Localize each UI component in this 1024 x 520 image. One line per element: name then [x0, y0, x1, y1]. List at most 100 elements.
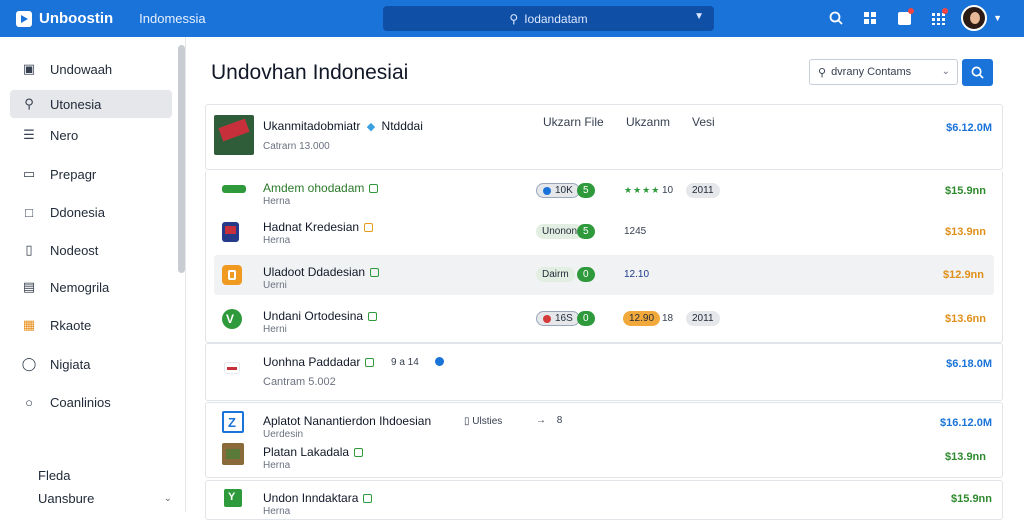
status-text: Unonon	[542, 226, 578, 237]
row-name: Aplatot Nanantierdon Ihdoesian	[263, 414, 432, 428]
row-thumbnail	[222, 185, 246, 193]
row-meta: ▯ Ulsties	[464, 416, 502, 427]
phone-icon: ▯	[25, 242, 33, 257]
row-price: $13.9nn	[945, 226, 986, 238]
row-price: $13.6nn	[945, 313, 986, 325]
listing-rows-card: Amdem ohodadam Herna 10K 5 ★★★★ 10 2011 …	[205, 171, 1003, 343]
key-icon: →	[536, 415, 546, 426]
status-dot	[543, 314, 551, 323]
sidebar: ▣ Undowaah ⚲ Utonesia ☰ Nero ▭ Prepagr □…	[0, 37, 186, 512]
row-price: $15.9nn	[945, 185, 986, 197]
chevron-down-icon[interactable]: ▼	[694, 11, 704, 22]
verified-badge-icon	[369, 184, 379, 193]
tag-icon: ▭	[22, 166, 36, 181]
search-icon[interactable]	[823, 5, 849, 31]
row-meta: 9 a 14	[391, 357, 419, 368]
top-search-text: Iodandatam	[524, 11, 588, 26]
table-row[interactable]: Hadnat Kredesian Herna Unonon 5 1245 $13…	[206, 212, 996, 252]
row-name-text: Undani Ortodesina	[263, 309, 364, 323]
verified-badge-icon	[370, 268, 380, 277]
sidebar-item-label: Uansbure	[38, 490, 95, 506]
box-icon: ▦	[22, 317, 36, 332]
sidebar-bottom-item-1[interactable]: Uansbure ⌄	[10, 484, 172, 512]
listing-card-3[interactable]: Z Aplatot Nanantierdon Ihdoesian ▯ Ulsti…	[205, 402, 1003, 478]
grid-icon[interactable]	[857, 5, 883, 31]
sidebar-item-9[interactable]: ○ Coanlinios	[10, 388, 172, 416]
score-pill: 5	[577, 183, 595, 198]
main-panel: Undovhan Indonesiai ⚲ dvrany Contams ⌄ U…	[187, 37, 1024, 520]
brand[interactable]: Unboostin	[16, 10, 113, 27]
row-sub: Herna	[263, 460, 291, 471]
row-sub: Herna	[263, 235, 291, 246]
notification-icon[interactable]	[891, 5, 917, 31]
window-icon: ▣	[22, 61, 36, 76]
sidebar-item-4[interactable]: □ Ddonesia	[10, 198, 172, 226]
avatar-face	[970, 12, 981, 24]
chevron-down-icon[interactable]: ⌄	[942, 66, 950, 77]
row-name: Undani Ortodesina	[263, 309, 378, 323]
verified-badge-icon	[368, 312, 378, 321]
chevron-down-icon[interactable]: ▼	[993, 13, 1002, 23]
score-text: 5	[583, 226, 589, 237]
row-meta-2-text: 8	[556, 415, 563, 426]
sidebar-item-8[interactable]: ◯ Nigiata	[10, 350, 172, 378]
top-subtitle[interactable]: Indomessia	[139, 11, 205, 26]
year-text: 2011	[692, 313, 714, 324]
info-icon[interactable]	[435, 357, 444, 366]
listing-header-name: Ukanmitadobmiatr	[263, 119, 361, 133]
avatar[interactable]	[961, 5, 988, 31]
table-row[interactable]: Platan Lakadala Herna $13.9nn	[206, 439, 996, 479]
content-search-input[interactable]: ⚲ dvrany Contams ⌄	[809, 59, 958, 85]
sidebar-item-7[interactable]: ▦ Rkaote	[10, 311, 172, 339]
listing-card-2[interactable]: Uonhna Paddadar 9 a 14 Cantram 5.002 $6.…	[205, 343, 1003, 401]
sidebar-item-2[interactable]: ☰ Nero	[10, 121, 172, 149]
chat-icon: ◯	[21, 356, 37, 371]
column-header-size[interactable]: Ukzanm	[626, 115, 670, 129]
sidebar-item-label: Fleda	[38, 467, 71, 483]
sidebar-item-1[interactable]: ⚲ Utonesia	[10, 90, 172, 118]
listing-thumbnail	[214, 115, 254, 155]
apps-icon[interactable]	[925, 5, 951, 31]
chevron-down-icon[interactable]: ⌄	[164, 493, 172, 504]
sidebar-item-0[interactable]: ▣ Undowaah	[10, 55, 172, 83]
search-button[interactable]	[962, 59, 993, 86]
notification-dot	[908, 8, 915, 14]
sidebar-item-label: Prepagr	[50, 166, 97, 182]
row-thumbnail: Y	[224, 489, 242, 507]
rating-stars: ★★★★	[624, 185, 661, 195]
sidebar-item-5[interactable]: ▯ Nodeost	[10, 236, 172, 264]
status-dot	[543, 186, 551, 195]
rating-count: 12.10	[624, 269, 650, 280]
listing-header-card[interactable]: Ukanmitadobmiatr ◆ Ntdddai Catrarn 13.00…	[205, 104, 1003, 170]
page-title: Undovhan Indonesiai	[211, 61, 409, 84]
row-thumbnail: Z	[222, 411, 244, 433]
content-search-placeholder: dvrany Contams	[831, 66, 912, 78]
row-price: $13.9nn	[945, 451, 986, 463]
table-row[interactable]: Amdem ohodadam Herna 10K 5 ★★★★ 10 2011 …	[206, 171, 996, 211]
version-pill: 12.90	[623, 311, 661, 326]
row-name: Hadnat Kredesian	[263, 220, 374, 234]
search-doc-icon: ⚲	[24, 96, 34, 111]
sidebar-item-label: Coanlinios	[50, 394, 111, 410]
sidebar-item-3[interactable]: ▭ Prepagr	[10, 160, 172, 188]
year-pill: 2011	[686, 311, 720, 326]
play-logo-icon	[16, 10, 32, 27]
sidebar-scrollbar[interactable]	[178, 45, 185, 273]
version-text: 12.90	[629, 313, 655, 324]
row-name-text: Uladoot Ddadesian	[263, 265, 366, 279]
column-header-version[interactable]: Vesi	[692, 115, 715, 129]
top-bar: Unboostin Indomessia ⚲ Iodandatam ▼ ▼	[0, 0, 1024, 37]
downloads-text: 16S	[555, 313, 573, 324]
sidebar-item-6[interactable]: ▤ Nemogrila	[10, 273, 172, 301]
brand-name: Unboostin	[39, 10, 114, 27]
column-header-file[interactable]: Ukzarn File	[543, 115, 604, 129]
row-name-text: Uonhna Paddadar	[263, 355, 361, 369]
row-name-text: Undon Inndaktara	[263, 491, 359, 505]
table-row-highlighted[interactable]: Uladoot Ddadesian Uerni Dairm 0 12.10 $1…	[214, 255, 994, 295]
square-icon: □	[25, 204, 33, 220]
listing-card-4[interactable]: Y Undon Inndaktara Herna $15.9nn	[205, 480, 1003, 520]
top-search-bar[interactable]: ⚲ Iodandatam ▼	[383, 6, 714, 31]
search-icon: ⚲	[509, 11, 519, 26]
table-row[interactable]: V Undani Ortodesina Herni 16S 0 12.90 18…	[206, 299, 996, 339]
card-icon: ▤	[22, 279, 36, 294]
